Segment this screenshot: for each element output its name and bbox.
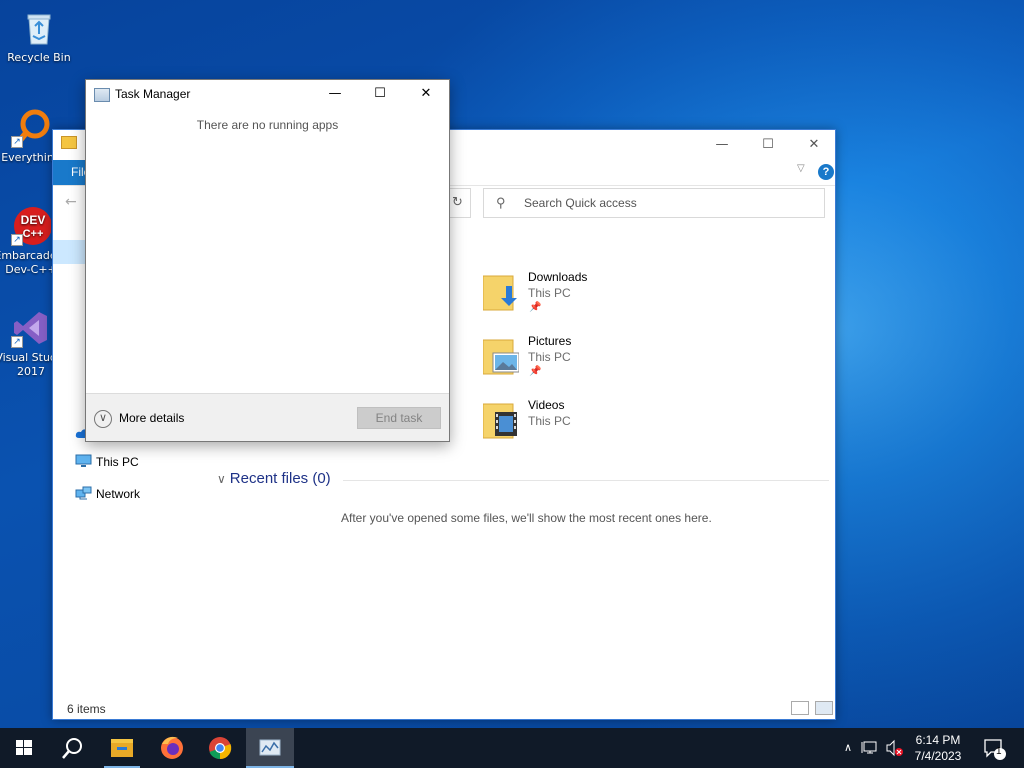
quick-access-location: This PC: [528, 414, 571, 428]
back-arrow-icon[interactable]: ←: [65, 194, 77, 210]
search-placeholder: Search Quick access: [524, 196, 637, 210]
svg-text:DEV: DEV: [21, 213, 46, 227]
nav-item-this-pc[interactable]: This PC: [75, 454, 139, 469]
task-manager-window: Task Manager — ☐ ✕ There are no running …: [85, 79, 450, 442]
everything-magnifier-icon: ↗: [11, 108, 51, 148]
network-icon: [75, 486, 92, 500]
desktop-icon-recycle-bin[interactable]: Recycle Bin: [0, 8, 78, 65]
close-button[interactable]: ✕: [403, 80, 449, 108]
maximize-button[interactable]: ☐: [745, 130, 791, 160]
end-task-button[interactable]: End task: [357, 407, 441, 429]
shortcut-arrow-icon: ↗: [11, 234, 23, 246]
nav-label-network: Network: [96, 487, 141, 501]
ribbon-expand-chevron-icon[interactable]: ▽: [797, 163, 805, 174]
recycle-bin-icon: [19, 8, 59, 48]
notification-icon: [984, 739, 1006, 760]
recent-empty-text: After you've opened some files, we'll sh…: [341, 511, 712, 525]
action-center-button[interactable]: 1: [980, 728, 1010, 768]
recent-files-header[interactable]: ∨ Recent files (0): [217, 470, 331, 487]
search-icon: [62, 738, 82, 759]
desktop-icon-label: Recycle Bin: [7, 51, 71, 64]
folder-icon: [61, 136, 77, 149]
task-manager-icon: [259, 739, 281, 756]
maximize-button[interactable]: ☐: [357, 80, 403, 108]
shortcut-arrow-icon: ↗: [11, 336, 23, 348]
nav-quick-access-selected[interactable]: [53, 240, 87, 264]
clock-date: 7/4/2023: [914, 749, 962, 763]
svg-text:C++: C++: [23, 228, 44, 240]
quick-access-item-downloads[interactable]: Downloads This PC 📌: [482, 270, 783, 326]
close-button[interactable]: ✕: [791, 130, 837, 160]
recent-files-label: Recent files (0): [229, 470, 331, 487]
task-manager-icon: [94, 88, 110, 102]
details-view-icon[interactable]: [791, 701, 809, 715]
pin-icon: 📌: [529, 366, 542, 377]
firefox-icon: [161, 736, 183, 759]
search-button[interactable]: [48, 728, 96, 768]
desktop: Recycle Bin ↗ Everything DEV C++ ↗ Embar…: [0, 0, 1024, 728]
taskbar-file-explorer[interactable]: [98, 728, 146, 768]
taskbar: ∧ 6:14 PM 7/4/2023 1: [0, 728, 1024, 768]
pictures-folder-icon: [482, 336, 520, 376]
taskbar-task-manager[interactable]: [246, 728, 294, 768]
quick-access-name: Videos: [528, 398, 565, 412]
no-running-apps-message: There are no running apps: [196, 118, 339, 132]
shortcut-arrow-icon: ↗: [11, 136, 23, 148]
volume-muted-icon[interactable]: [884, 728, 906, 768]
taskbar-chrome[interactable]: [196, 728, 244, 768]
quick-access-item-pictures[interactable]: Pictures This PC 📌: [482, 334, 783, 390]
network-status-icon[interactable]: [860, 728, 882, 768]
notification-count-badge: 1: [996, 746, 1002, 757]
quick-access-location: This PC: [528, 350, 571, 364]
search-input[interactable]: ⚲ Search Quick access: [483, 188, 825, 218]
clock-time: 6:14 PM: [915, 733, 961, 747]
show-hidden-icons-chevron-icon[interactable]: ∧: [838, 728, 858, 768]
videos-folder-icon: [482, 400, 519, 440]
task-manager-footer: ∨ More details End task: [86, 393, 449, 441]
visual-studio-icon: ↗: [11, 308, 51, 348]
quick-access-location: This PC: [528, 286, 571, 300]
file-explorer-icon: [111, 739, 133, 757]
minimize-button[interactable]: —: [312, 80, 358, 108]
pin-icon: 📌: [529, 302, 542, 313]
task-manager-title: Task Manager: [115, 87, 191, 101]
more-details-button[interactable]: ∨ More details: [94, 408, 184, 428]
help-icon[interactable]: ?: [818, 164, 834, 180]
large-icons-view-icon[interactable]: [815, 701, 833, 715]
nav-label-this-pc: This PC: [96, 455, 139, 469]
dev-cpp-icon: DEV C++ ↗: [11, 206, 52, 246]
computer-icon: [75, 454, 92, 468]
minimize-button[interactable]: —: [699, 130, 745, 160]
quick-access-name: Pictures: [528, 334, 572, 348]
taskbar-firefox[interactable]: [148, 728, 196, 768]
windows-logo-icon: [16, 740, 32, 755]
start-button[interactable]: [0, 728, 48, 768]
chrome-icon: [209, 737, 232, 760]
downloads-folder-icon: [482, 272, 519, 312]
nav-item-network[interactable]: Network: [75, 486, 140, 501]
more-details-label: More details: [119, 411, 185, 425]
recent-divider: [343, 480, 829, 481]
search-icon: ⚲: [496, 195, 506, 210]
chevron-down-icon: ∨: [217, 472, 226, 486]
quick-access-name: Downloads: [528, 270, 588, 284]
quick-access-item-videos[interactable]: Videos This PC: [482, 398, 783, 454]
system-clock[interactable]: 6:14 PM 7/4/2023: [906, 732, 970, 764]
status-bar-count: 6 items: [67, 702, 106, 716]
chevron-down-icon: ∨: [94, 409, 112, 428]
